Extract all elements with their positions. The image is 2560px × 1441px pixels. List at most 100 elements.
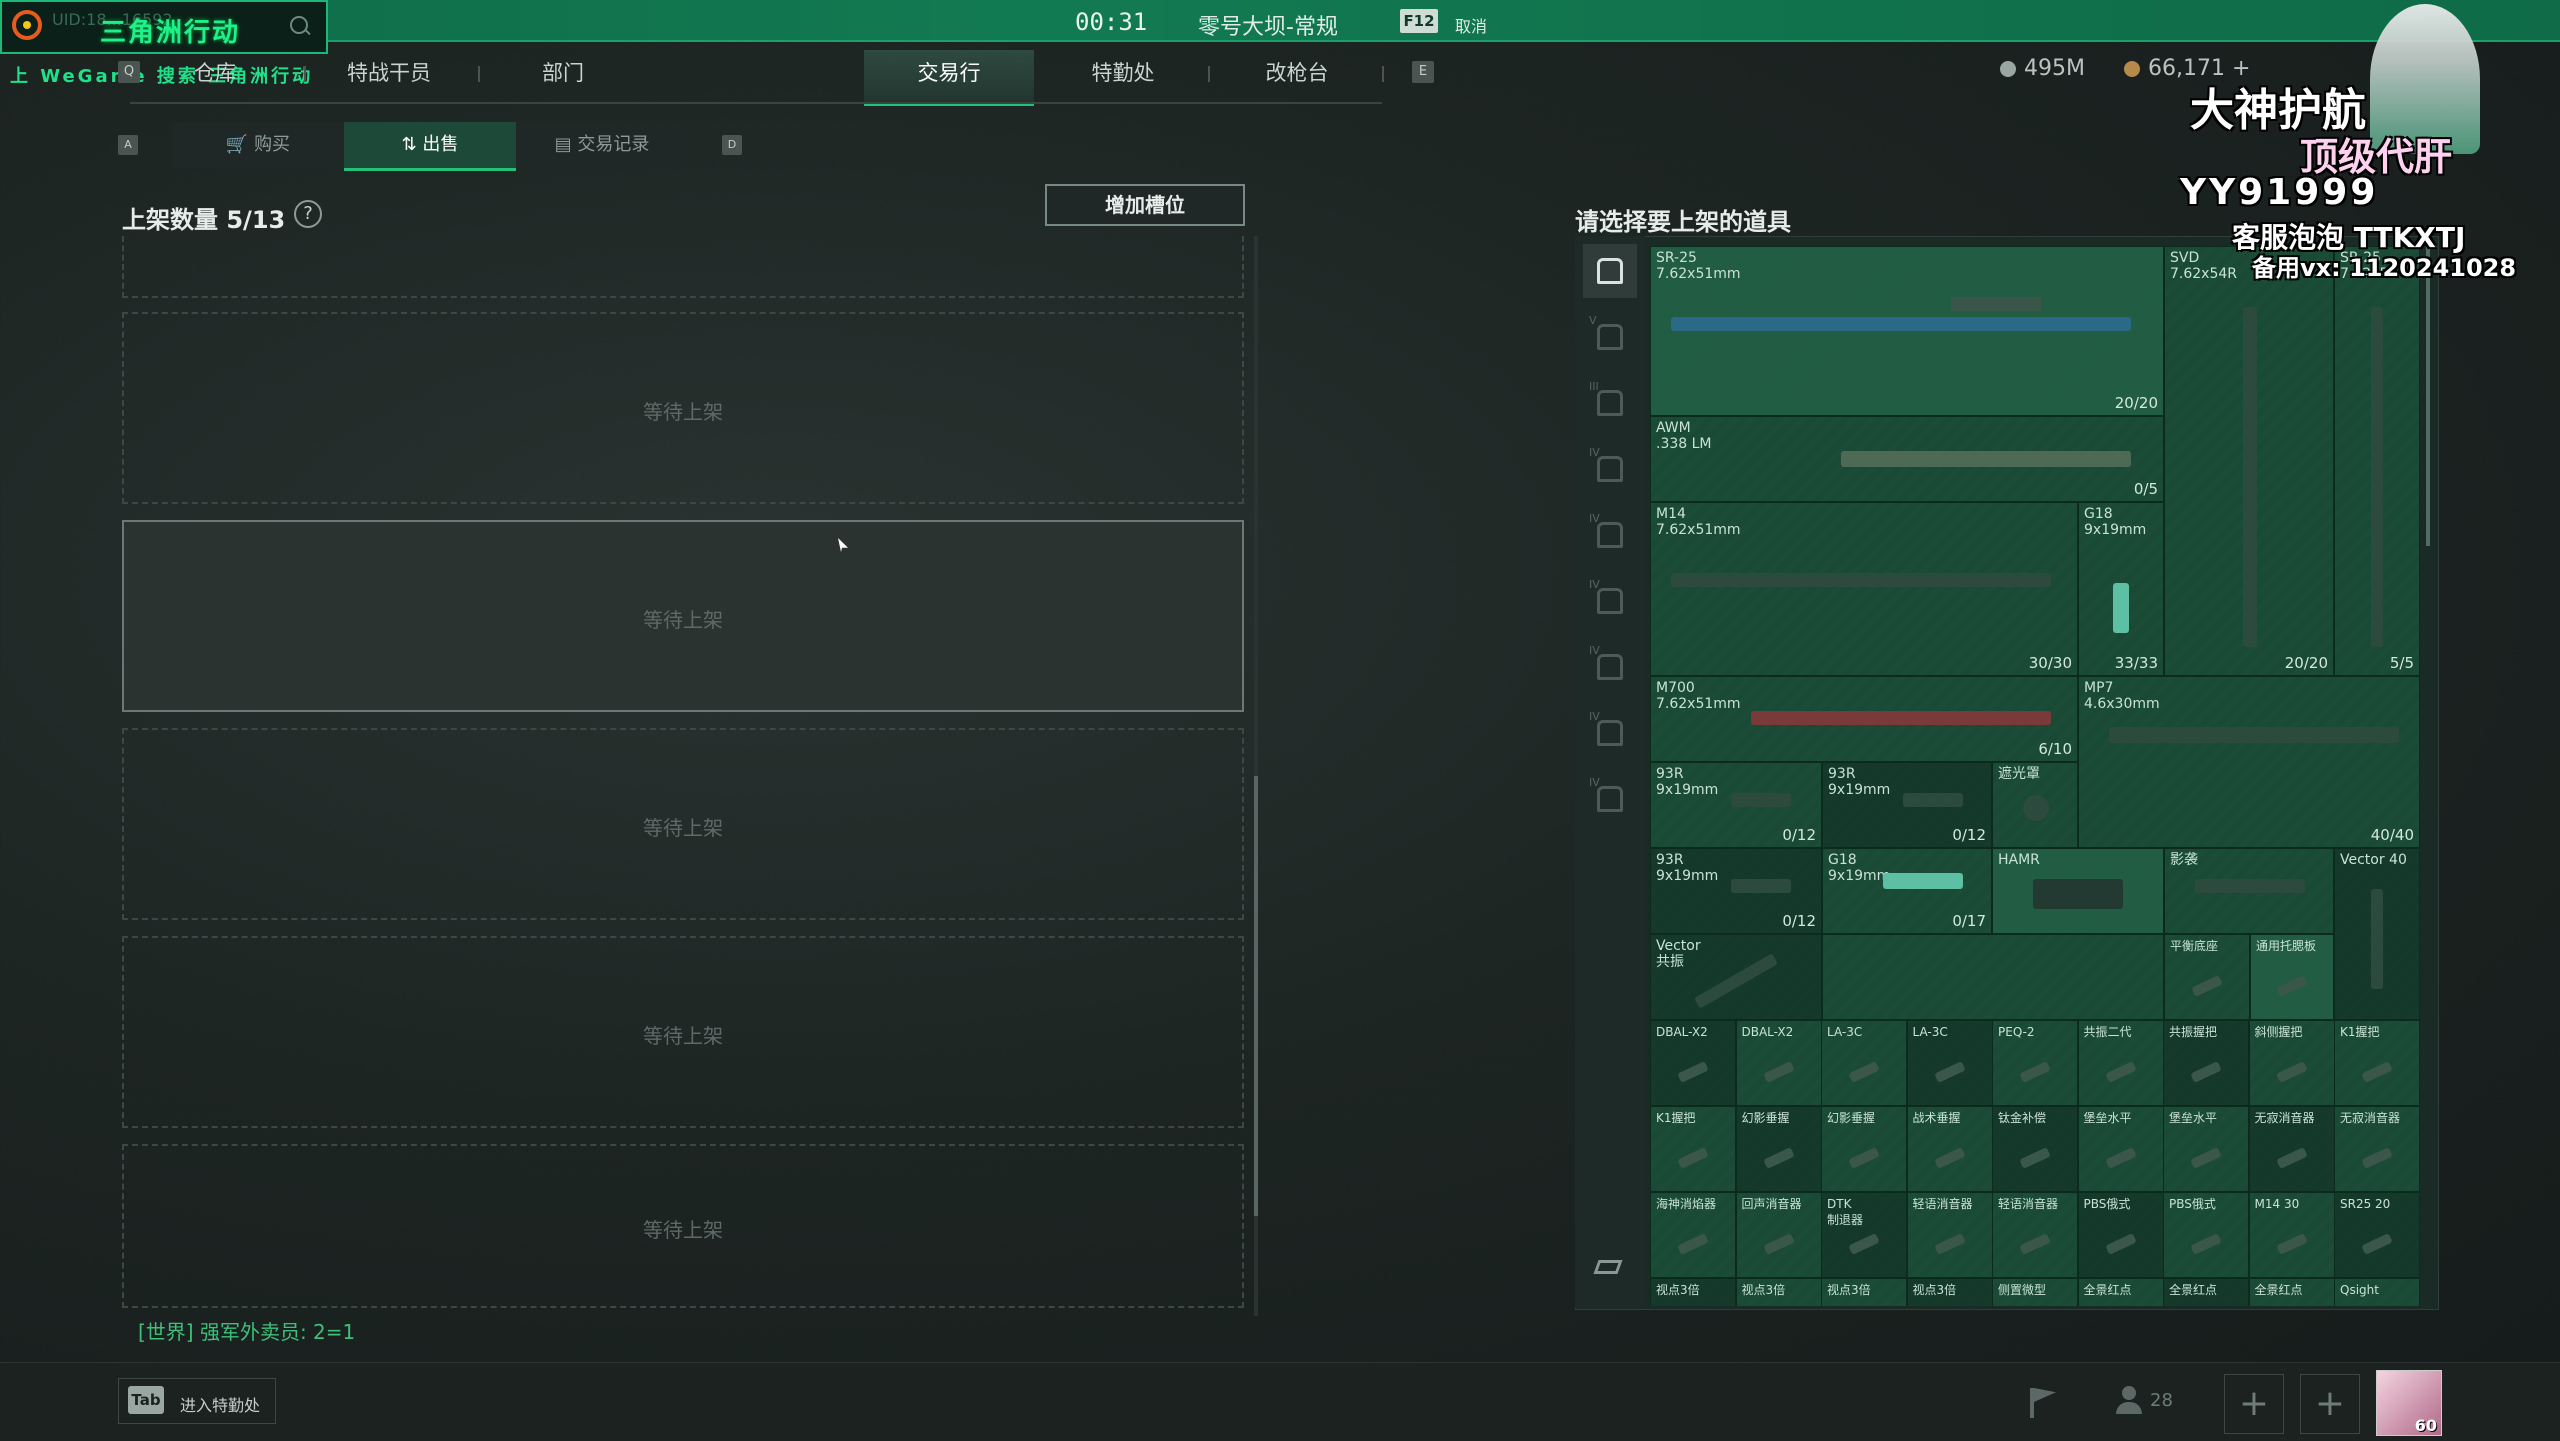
nav-tab-operators[interactable]: 特战干员 — [304, 50, 474, 102]
item-g18[interactable]: G18 9x19mm 33/33 — [2078, 502, 2164, 676]
item-awm[interactable]: AWM .338 LM 0/5 — [1650, 416, 2164, 502]
listing-scrollbar-thumb[interactable] — [1254, 776, 1258, 1216]
attachment-item[interactable]: PBS俄式 — [2163, 1192, 2249, 1278]
listing-slot[interactable]: 等待上架 — [122, 312, 1244, 504]
attachment-item[interactable]: DBAL-X2 — [1735, 1020, 1822, 1106]
tab-sell[interactable]: ⇅ 出售 — [344, 122, 516, 171]
player-avatar[interactable]: 60 — [2376, 1370, 2442, 1436]
tab-trade-history[interactable]: ▤ 交易记录 — [516, 122, 688, 168]
attachment-item[interactable]: SR25 20 — [2334, 1192, 2420, 1278]
attachment-item[interactable]: K1握把 — [1650, 1106, 1736, 1192]
item-hamr[interactable]: HAMR — [1992, 848, 2164, 934]
attachment-icon — [1677, 1233, 1709, 1256]
attachment-item[interactable]: 无寂消音器 — [2248, 1106, 2335, 1192]
attachment-icon — [2361, 1233, 2393, 1256]
item-93r[interactable]: 93R 9x19mm 0/12 — [1650, 848, 1822, 934]
attachment-item[interactable]: 幻影垂握 — [1735, 1106, 1822, 1192]
stash-tab-iv[interactable]: IV — [1583, 442, 1637, 496]
stash-tab-iv[interactable]: IV — [1583, 640, 1637, 694]
attachment-item[interactable]: 视点3倍 — [1821, 1278, 1907, 1306]
item-sr25-vertical[interactable]: SR-25 7.62x51 5/5 — [2334, 246, 2420, 676]
tab-buy[interactable]: 🛒 购买 — [172, 122, 344, 168]
attachment-item[interactable]: PBS俄式 — [2077, 1192, 2164, 1278]
add-teammate-button[interactable]: + — [2224, 1374, 2284, 1434]
item-mp7[interactable]: MP7 4.6x30mm 40/40 — [2078, 676, 2420, 848]
item-name: PEQ-2 — [1998, 1025, 2035, 1039]
attachment-item[interactable]: LA-3C — [1906, 1020, 1993, 1106]
stash-tab-iv[interactable]: IV — [1583, 772, 1637, 826]
item-balance-base[interactable]: 平衡底座 — [2164, 934, 2250, 1020]
stash-tab-iv[interactable]: IV — [1583, 508, 1637, 562]
attachment-item[interactable]: 侧置微型 — [1992, 1278, 2078, 1306]
attachment-item[interactable]: 轻语消音器 — [1992, 1192, 2078, 1278]
attachment-item[interactable]: DTK 制退器 — [1821, 1192, 1907, 1278]
stash-scrollbar-thumb[interactable] — [2426, 246, 2430, 546]
item-93r[interactable]: 93R 9x19mm 0/12 — [1650, 762, 1822, 848]
item-93r[interactable]: 93R 9x19mm 0/12 — [1822, 762, 1992, 848]
attachment-item[interactable]: 斜侧握把 — [2248, 1020, 2335, 1106]
nav-separator — [1208, 66, 1210, 82]
item-name: 斜侧握把 — [2254, 1025, 2303, 1039]
attachment-item[interactable]: 共振握把 — [2163, 1020, 2249, 1106]
attachment-icon — [1848, 1061, 1880, 1084]
attachment-item[interactable]: LA-3C — [1821, 1020, 1907, 1106]
attachment-item[interactable]: M14 30 — [2248, 1192, 2335, 1278]
item-name: 视点3倍 — [1827, 1283, 1871, 1297]
item-universal-cheek[interactable]: 通用托腮板 — [2250, 934, 2334, 1020]
attachment-item[interactable]: 视点3倍 — [1735, 1278, 1822, 1306]
item-svd[interactable]: SVD 7.62x54R 20/20 — [2164, 246, 2334, 676]
attachment-item[interactable]: 轻语消音器 — [1906, 1192, 1993, 1278]
listing-slot[interactable]: 等待上架 — [122, 728, 1244, 920]
cancel-label[interactable]: 取消 — [1455, 13, 1487, 37]
attachment-item[interactable]: 共振二代 — [2077, 1020, 2164, 1106]
attachment-item[interactable]: 视点3倍 — [1906, 1278, 1993, 1306]
add-slot-button[interactable]: 增加槽位 — [1045, 184, 1245, 226]
attachment-item[interactable]: 堡垒水平 — [2163, 1106, 2249, 1192]
nav-tab-gunsmith[interactable]: 改枪台 — [1212, 50, 1382, 102]
wegame-logo-icon — [12, 10, 42, 40]
listing-slot[interactable]: 等待上架 — [122, 1144, 1244, 1308]
attachment-item[interactable]: 全景红点 — [2163, 1278, 2249, 1306]
attachment-item[interactable]: 海神消焰器 — [1650, 1192, 1736, 1278]
flag-icon[interactable] — [2030, 1388, 2034, 1418]
item-m14[interactable]: M14 7.62x51mm 30/30 — [1650, 502, 2078, 676]
help-icon[interactable]: ? — [294, 200, 322, 228]
attachment-item[interactable]: K1握把 — [2334, 1020, 2420, 1106]
attachment-item[interactable]: 堡垒水平 — [2077, 1106, 2164, 1192]
stash-tab-iii[interactable]: III — [1583, 376, 1637, 430]
f12-key-hint[interactable]: F12 — [1400, 9, 1438, 33]
search-icon[interactable] — [290, 16, 308, 34]
people-icon[interactable] — [2116, 1386, 2142, 1416]
layers-icon[interactable] — [1593, 1260, 1623, 1274]
stash-tab-main[interactable] — [1583, 244, 1637, 298]
item-sr25[interactable]: SR-25 7.62x51mm 20/20 — [1650, 246, 2164, 416]
item-g18[interactable]: G18 9x19mm 0/17 — [1822, 848, 1992, 934]
listing-slot[interactable]: 等待上架 — [122, 520, 1244, 712]
item-vector-common[interactable]: Vector 共振 — [1650, 934, 1822, 1020]
nav-tab-warehouse[interactable]: 仓库 — [130, 50, 300, 102]
item-m700[interactable]: M700 7.62x51mm 6/10 — [1650, 676, 2078, 762]
stash-tab-v[interactable]: V — [1583, 310, 1637, 364]
nav-tab-department[interactable]: 部门 — [478, 50, 648, 102]
nav-tab-trade-market[interactable]: 交易行 — [864, 50, 1034, 106]
attachment-item[interactable]: DBAL-X2 — [1650, 1020, 1736, 1106]
add-teammate-button[interactable]: + — [2300, 1374, 2360, 1434]
attachment-item[interactable]: 无寂消音器 — [2334, 1106, 2420, 1192]
attachment-item[interactable]: 视点3倍 — [1650, 1278, 1736, 1306]
attachment-item[interactable]: 回声消音器 — [1735, 1192, 1822, 1278]
listing-slot[interactable]: 等待上架 — [122, 936, 1244, 1128]
attachment-item[interactable]: 钛金补偿 — [1992, 1106, 2078, 1192]
item-vector40[interactable]: Vector 40 — [2334, 848, 2420, 1020]
attachment-item[interactable]: PEQ-2 — [1992, 1020, 2078, 1106]
attachment-item[interactable]: 幻影垂握 — [1821, 1106, 1907, 1192]
attachment-item[interactable]: 战术垂握 — [1906, 1106, 1993, 1192]
nav-tab-special-service[interactable]: 特勤处 — [1038, 50, 1208, 102]
attachment-item[interactable]: 全景红点 — [2248, 1278, 2335, 1306]
item-lens-hood[interactable]: 遮光罩 — [1992, 762, 2078, 848]
item-name: Qsight — [2340, 1283, 2379, 1297]
stash-tab-iv[interactable]: IV — [1583, 574, 1637, 628]
attachment-item[interactable]: 全景红点 — [2077, 1278, 2164, 1306]
attachment-item[interactable]: Qsight — [2334, 1278, 2420, 1306]
item-shadow-stock[interactable]: 影袭 — [2164, 848, 2334, 934]
stash-tab-iv[interactable]: IV — [1583, 706, 1637, 760]
